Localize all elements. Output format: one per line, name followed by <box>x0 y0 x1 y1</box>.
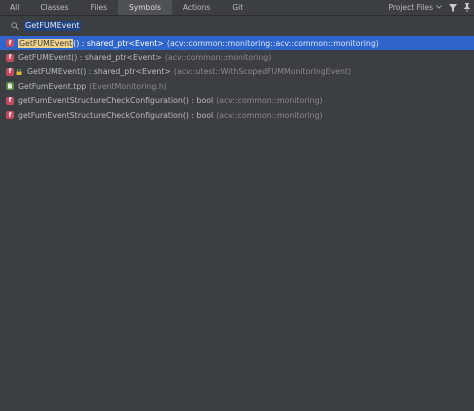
tab-classes[interactable]: Classes <box>29 0 79 15</box>
result-row[interactable]: f getFumEventStructureCheckConfiguration… <box>0 108 474 122</box>
result-signature: GetFumEvent.tpp <box>18 81 87 91</box>
results-list: f GetFUMEvent () : shared_ptr<Event> (ac… <box>0 36 474 122</box>
result-context: (EventMonitoring.h) <box>89 81 167 91</box>
tab-actions[interactable]: Actions <box>172 0 221 15</box>
result-signature: GetFUMEvent() : shared_ptr<Event> <box>18 53 162 63</box>
tab-git[interactable]: Git <box>221 0 254 15</box>
lock-icon <box>16 68 22 75</box>
function-icon: f <box>6 39 14 48</box>
function-icon: f <box>6 111 14 120</box>
tab-symbols[interactable]: Symbols <box>118 0 172 15</box>
result-context: (acv::common::monitoring) <box>216 96 323 106</box>
result-row[interactable]: f GetFUMEvent() : shared_ptr<Event> (acv… <box>0 50 474 64</box>
search-row: GetFUMEvent <box>0 17 474 34</box>
tab-spacer <box>254 0 388 15</box>
result-context: (acv::common::monitoring) <box>216 110 323 120</box>
filter-icon[interactable] <box>446 0 460 15</box>
scope-dropdown[interactable]: Project Files <box>388 0 446 15</box>
tab-bar: All Classes Files Symbols Actions Git Pr… <box>0 0 474 16</box>
chevron-down-icon <box>436 4 442 11</box>
result-row[interactable]: f GetFUMEvent () : shared_ptr<Event> (ac… <box>0 36 474 51</box>
tab-all[interactable]: All <box>0 0 29 15</box>
pin-icon[interactable] <box>460 0 474 15</box>
function-icon: f <box>6 67 14 76</box>
result-context: (acv::utest::WithScopedFUMMonitoringEven… <box>173 67 352 77</box>
result-signature: GetFUMEvent() : shared_ptr<Event> <box>27 67 171 77</box>
file-icon <box>6 82 14 91</box>
match-highlight: GetFUMEvent <box>18 38 74 48</box>
result-context: (acv::common::monitoring) <box>164 53 272 63</box>
scope-label: Project Files <box>388 3 433 12</box>
tab-files[interactable]: Files <box>80 0 118 15</box>
result-context: (acv::common::monitoring::acv::common::m… <box>166 38 379 48</box>
result-signature: getFumEventStructureCheckConfiguration()… <box>18 96 214 106</box>
search-icon <box>10 21 20 31</box>
result-row[interactable]: f GetFUMEvent() : shared_ptr<Event> (acv… <box>0 65 474 79</box>
result-row[interactable]: f getFumEventStructureCheckConfiguration… <box>0 94 474 108</box>
result-signature: getFumEventStructureCheckConfiguration()… <box>18 110 214 120</box>
function-icon: f <box>6 53 14 62</box>
function-icon: f <box>6 96 14 105</box>
result-row[interactable]: GetFumEvent.tpp (EventMonitoring.h) <box>0 79 474 93</box>
search-input[interactable]: GetFUMEvent <box>24 20 81 31</box>
result-signature: () : shared_ptr<Event> <box>73 38 164 48</box>
